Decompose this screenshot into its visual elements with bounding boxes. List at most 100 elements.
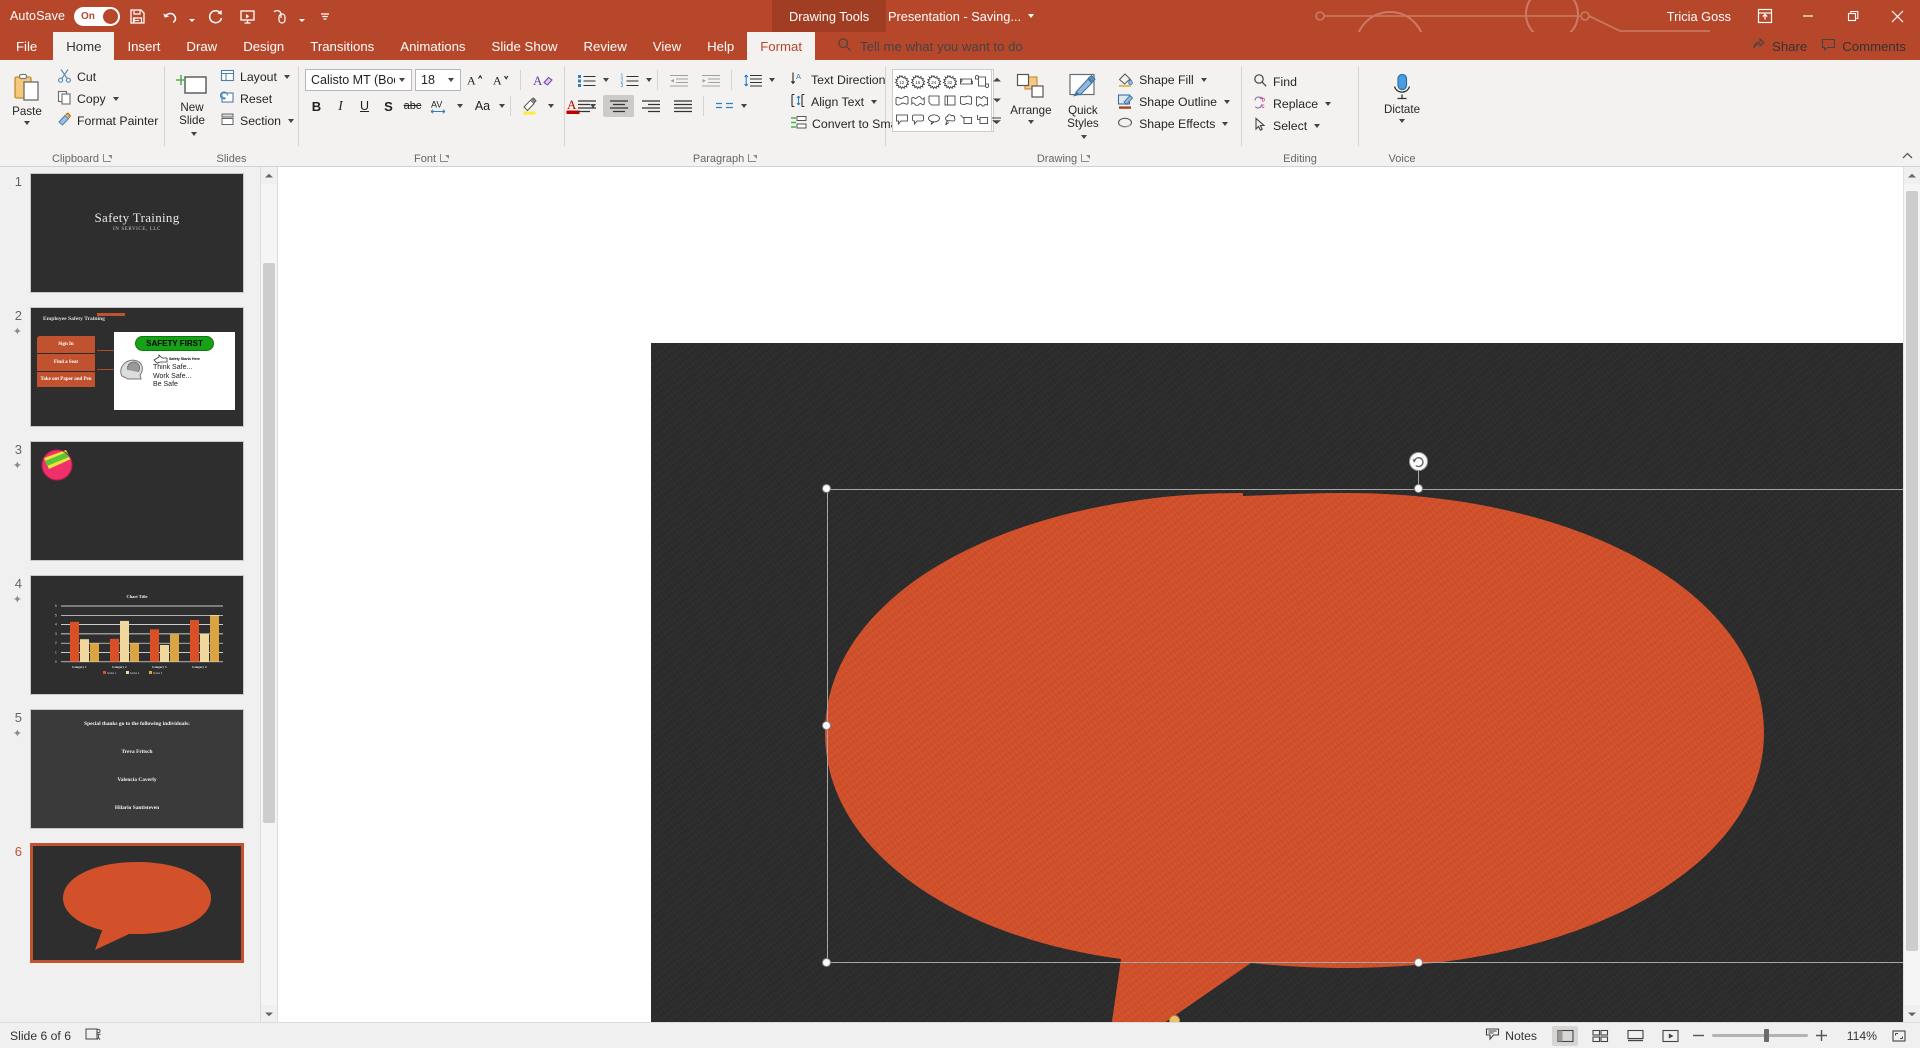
- shape-line-callout-1[interactable]: [958, 110, 974, 129]
- resize-handle-middle-left[interactable]: [822, 721, 831, 730]
- shape-rectangular-callout[interactable]: [894, 110, 910, 129]
- new-slide-button[interactable]: New Slide: [171, 66, 213, 140]
- shape-cloud-callout[interactable]: [942, 110, 958, 129]
- list-item[interactable]: 1 Safety Training IN SERVICE, LLC: [0, 173, 260, 293]
- slide-sorter-view-button[interactable]: [1587, 1026, 1613, 1046]
- align-right-button[interactable]: [635, 95, 666, 117]
- slide-thumbnail-1[interactable]: Safety Training IN SERVICE, LLC: [30, 173, 244, 293]
- section-caret-icon[interactable]: [288, 119, 295, 123]
- numbering-caret-icon[interactable]: [646, 78, 652, 82]
- shape-explosion-16[interactable]: 16: [910, 72, 926, 91]
- zoom-slider[interactable]: [1692, 1029, 1828, 1042]
- columns-button[interactable]: [709, 95, 740, 117]
- tab-slide-show[interactable]: Slide Show: [479, 32, 571, 60]
- slide-thumbnail-6[interactable]: [30, 843, 244, 963]
- shape-vertical-scroll[interactable]: [974, 72, 990, 91]
- shape-rounded-rectangular-callout[interactable]: [910, 110, 926, 129]
- shape-horizontal-scroll[interactable]: [958, 72, 974, 91]
- shape-flowchart-card[interactable]: [926, 91, 942, 110]
- font-dialog-launcher[interactable]: [440, 154, 449, 163]
- shape-torn-edge[interactable]: [974, 91, 990, 110]
- zoom-slider-track[interactable]: [1712, 1029, 1808, 1042]
- justify-button[interactable]: [667, 95, 698, 117]
- section-button[interactable]: Section: [215, 110, 299, 132]
- shape-gallery-scroll[interactable]: [991, 70, 1001, 131]
- resize-handle-bottom-left[interactable]: [822, 958, 831, 967]
- character-spacing-caret-icon[interactable]: [457, 104, 463, 108]
- slide-canvas[interactable]: [651, 343, 1920, 1022]
- shape-flowchart-punched-tape[interactable]: [942, 91, 958, 110]
- user-account-name[interactable]: Tricia Goss: [1667, 9, 1731, 24]
- canvas-vertical-scrollbar[interactable]: [1903, 167, 1920, 1022]
- list-item[interactable]: 6: [0, 843, 260, 963]
- replace-caret-icon[interactable]: [1325, 102, 1332, 106]
- bullets-button[interactable]: [571, 69, 602, 91]
- resize-handle-bottom-center[interactable]: [1414, 958, 1423, 967]
- thumbnail-scroll-thumb[interactable]: [263, 263, 275, 823]
- replace-button[interactable]: bc Replace: [1248, 93, 1336, 115]
- restore-button[interactable]: [1830, 0, 1875, 32]
- copy-button[interactable]: Copy: [52, 88, 163, 110]
- tab-draw[interactable]: Draw: [173, 32, 230, 60]
- list-item[interactable]: 4 ✦ Chart Title 0 1 2 3 4 5 6 Category 1…: [0, 575, 260, 695]
- slide-thumbnail-5[interactable]: Special thanks go to the following indiv…: [30, 709, 244, 829]
- start-from-beginning-icon[interactable]: [232, 3, 262, 29]
- shape-gallery-scroll-up-icon[interactable]: [992, 70, 1001, 90]
- shape-outline-caret-icon[interactable]: [1224, 100, 1230, 104]
- align-center-button[interactable]: [603, 95, 634, 117]
- layout-button[interactable]: Layout: [215, 66, 299, 88]
- thumbnail-scroll-down-icon[interactable]: [261, 1005, 277, 1022]
- touch-mode-icon[interactable]: [264, 3, 294, 29]
- tab-animations[interactable]: Animations: [387, 32, 478, 60]
- resize-handle-top-left[interactable]: [822, 484, 831, 493]
- shape-gallery-more-icon[interactable]: [992, 111, 1001, 131]
- undo-dropdown-icon[interactable]: [186, 3, 198, 29]
- customize-quick-access-icon[interactable]: [310, 3, 340, 29]
- paste-button[interactable]: Paste: [6, 66, 48, 125]
- decrease-indent-button[interactable]: [663, 69, 694, 91]
- shape-effects-caret-icon[interactable]: [1222, 122, 1229, 126]
- numbering-button[interactable]: 123: [614, 69, 645, 91]
- zoom-level-label[interactable]: 114%: [1837, 1029, 1877, 1043]
- tab-view[interactable]: View: [640, 32, 694, 60]
- bullets-caret-icon[interactable]: [603, 78, 609, 82]
- resize-handle-top-center[interactable]: [1414, 484, 1423, 493]
- paste-caret-icon[interactable]: [24, 121, 30, 125]
- font-name-combobox[interactable]: Calisto MT (Body): [305, 69, 412, 91]
- strikethrough-button[interactable]: abc: [401, 95, 424, 117]
- shape-effects-button[interactable]: Shape Effects: [1112, 113, 1235, 135]
- shape-fill-caret-icon[interactable]: [1200, 78, 1207, 82]
- redo-icon[interactable]: [200, 3, 230, 29]
- shape-wave[interactable]: [894, 91, 910, 110]
- change-case-button[interactable]: Aa: [467, 95, 498, 117]
- canvas-scroll-down-icon[interactable]: [1904, 1005, 1920, 1022]
- align-left-button[interactable]: [571, 95, 602, 117]
- change-case-caret-icon[interactable]: [499, 104, 505, 108]
- slide-indicator[interactable]: Slide 6 of 6: [10, 1029, 71, 1043]
- arrange-caret-icon[interactable]: [1027, 120, 1034, 124]
- italic-button[interactable]: I: [329, 95, 352, 117]
- shape-fill-button[interactable]: Shape Fill: [1112, 69, 1235, 91]
- slide-thumbnail-4[interactable]: Chart Title 012 3456 Category 1 Category…: [30, 575, 244, 695]
- thumbnail-scroll-up-icon[interactable]: [261, 167, 277, 184]
- text-highlight-color-button[interactable]: [516, 95, 547, 117]
- increase-font-size-button[interactable]: A: [464, 69, 487, 91]
- collapse-ribbon-icon[interactable]: [1900, 149, 1914, 163]
- tab-home[interactable]: Home: [53, 32, 115, 60]
- align-text-caret-icon[interactable]: [871, 100, 878, 104]
- share-button[interactable]: Share: [1751, 32, 1821, 60]
- slide-thumbnail-3[interactable]: [30, 441, 244, 561]
- tab-transitions[interactable]: Transitions: [297, 32, 387, 60]
- shape-explosion-12[interactable]: 12: [894, 72, 910, 91]
- line-spacing-caret-icon[interactable]: [769, 78, 775, 82]
- dictate-caret-icon[interactable]: [1399, 119, 1405, 123]
- shape-flag[interactable]: [958, 91, 974, 110]
- zoom-in-button[interactable]: [1815, 1029, 1828, 1042]
- tab-format[interactable]: Format: [747, 32, 816, 60]
- slide-show-view-button[interactable]: [1657, 1026, 1683, 1046]
- shape-explosion-32[interactable]: 32: [942, 72, 958, 91]
- thumbnail-scrollbar[interactable]: [260, 167, 277, 1022]
- reading-view-button[interactable]: [1622, 1026, 1648, 1046]
- tell-me-search[interactable]: Tell me what you want to do: [815, 32, 1023, 60]
- copy-caret-icon[interactable]: [112, 97, 119, 101]
